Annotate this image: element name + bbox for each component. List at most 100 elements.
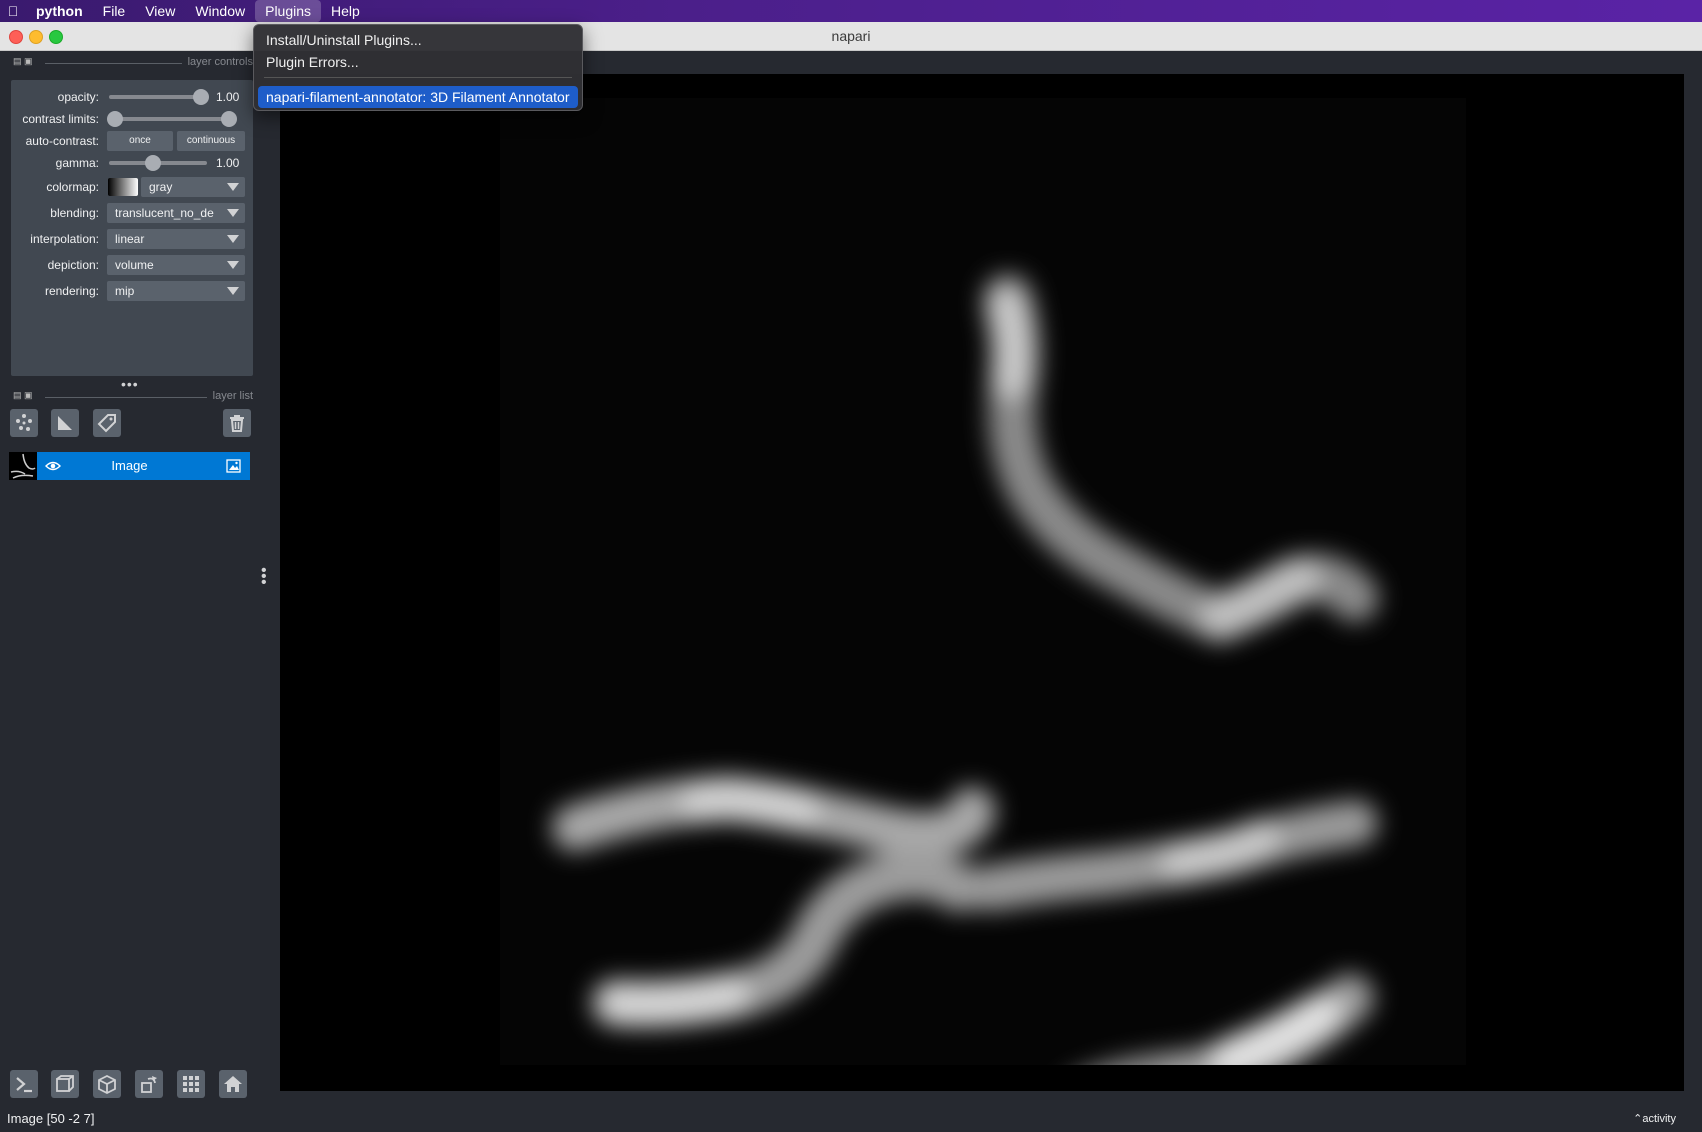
interpolation-row: interpolation: linear [11, 228, 253, 250]
grid-icon [183, 1076, 199, 1092]
dock-float-icon[interactable]: ▤ ▣ [13, 390, 33, 401]
menu-file[interactable]: File [93, 0, 136, 22]
console-button[interactable] [10, 1070, 38, 1098]
gamma-slider-thumb[interactable] [145, 155, 161, 171]
new-shapes-layer-button[interactable] [51, 409, 79, 437]
depiction-label: depiction: [47, 258, 99, 272]
interpolation-label: interpolation: [30, 232, 99, 246]
blending-value: translucent_no_de [115, 206, 214, 220]
colormap-label: colormap: [46, 180, 99, 194]
contrast-min-thumb[interactable] [107, 111, 123, 127]
chevron-up-icon: ⌃ [1633, 1113, 1643, 1125]
layer-list-header: ▤ ▣ layer list [11, 390, 253, 404]
maximize-window-button[interactable] [49, 30, 63, 44]
chevron-down-icon [227, 287, 239, 295]
image-volume[interactable] [500, 98, 1466, 1091]
rendering-label: rendering: [44, 284, 99, 298]
menu-view[interactable]: View [135, 0, 185, 22]
menu-help[interactable]: Help [321, 0, 370, 22]
menu-plugins[interactable]: Plugins [255, 0, 322, 22]
gamma-label: gamma: [55, 156, 99, 170]
opacity-value: 1.00 [216, 90, 240, 104]
menu-item-filament-annotator[interactable]: napari-filament-annotator: 3D Filament A… [266, 86, 570, 108]
minimize-window-button[interactable] [29, 30, 43, 44]
layer-thumbnail [9, 452, 37, 480]
tag-icon [97, 414, 116, 433]
rendering-select[interactable]: mip [107, 281, 245, 301]
blending-select[interactable]: translucent_no_de [107, 203, 245, 223]
contrast-limits-label: contrast limits: [22, 112, 99, 126]
menu-app[interactable]: python [26, 0, 93, 22]
opacity-slider-thumb[interactable] [193, 89, 209, 105]
dock-splitter-handle[interactable]: • • • [261, 563, 267, 591]
auto-contrast-label: auto-contrast: [25, 134, 99, 148]
contrast-limits-slider[interactable] [107, 111, 237, 127]
chevron-down-icon [227, 183, 239, 191]
points-icon [16, 414, 32, 431]
gamma-row: gamma: 1.00 [11, 152, 253, 174]
window-title: napari [831, 28, 871, 44]
rendering-row: rendering: mip [11, 280, 253, 302]
colormap-swatch [108, 178, 138, 196]
image-layer-icon [226, 459, 241, 473]
contrast-limits-row: contrast limits: [11, 108, 253, 130]
colormap-select[interactable]: gray [141, 177, 245, 197]
depiction-select[interactable]: volume [107, 255, 245, 275]
colormap-row: colormap: gray [11, 176, 253, 198]
apple-icon[interactable]:  [0, 3, 26, 19]
dock-float-icon[interactable]: ▤ ▣ [13, 56, 33, 67]
auto-contrast-row: auto-contrast: once continuous [11, 130, 253, 152]
layer-controls-panel: opacity: 1.00 contrast limits: auto-cont… [11, 80, 253, 376]
opacity-label: opacity: [57, 90, 99, 104]
interpolation-value: linear [115, 232, 145, 246]
activity-label: activity [1642, 1113, 1676, 1125]
close-window-button[interactable] [9, 30, 23, 44]
layer-controls-title: layer controls [181, 56, 253, 68]
delete-layer-button[interactable] [223, 409, 251, 437]
gamma-slider[interactable] [109, 155, 207, 171]
chevron-down-icon [227, 235, 239, 243]
rendering-value: mip [115, 284, 135, 298]
viewer-canvas[interactable] [280, 74, 1684, 1091]
transpose-icon [141, 1076, 157, 1093]
trash-icon [230, 415, 244, 432]
transpose-button[interactable] [135, 1070, 163, 1098]
menu-item-install-plugins[interactable]: Install/Uninstall Plugins... [266, 29, 422, 51]
grid-view-button[interactable] [177, 1070, 205, 1098]
cube-icon [98, 1074, 116, 1094]
opacity-slider[interactable] [109, 89, 209, 105]
chevron-down-icon [227, 209, 239, 217]
menu-item-plugin-errors[interactable]: Plugin Errors... [266, 51, 359, 73]
toggle-ndisplay-button[interactable] [51, 1070, 79, 1098]
auto-contrast-continuous-button[interactable]: continuous [177, 131, 245, 151]
blending-label: blending: [50, 206, 99, 220]
roll-dimensions-button[interactable] [93, 1070, 121, 1098]
plugins-menu-dropdown: Install/Uninstall Plugins... Plugin Erro… [253, 24, 583, 111]
menu-bar:  python File View Window Plugins Help [0, 0, 1702, 22]
terminal-icon [16, 1077, 32, 1093]
chevron-down-icon [227, 261, 239, 269]
interpolation-select[interactable]: linear [107, 229, 245, 249]
gamma-value: 1.00 [216, 156, 240, 170]
layer-name[interactable]: Image [49, 458, 210, 473]
depiction-row: depiction: volume [11, 254, 253, 276]
filament-render [552, 274, 1379, 1091]
square-3d-icon [56, 1075, 74, 1092]
contrast-max-thumb[interactable] [221, 111, 237, 127]
layer-list-title: layer list [206, 390, 253, 402]
activity-button[interactable]: ⌃activity [1633, 1112, 1676, 1125]
menu-separator [264, 77, 572, 78]
colormap-value: gray [149, 180, 173, 194]
blending-row: blending: translucent_no_de [11, 202, 253, 224]
auto-contrast-once-button[interactable]: once [107, 131, 173, 151]
layer-controls-header: ▤ ▣ layer controls [11, 56, 253, 70]
opacity-row: opacity: 1.00 [11, 86, 253, 108]
depiction-value: volume [115, 258, 154, 272]
layer-list-item[interactable]: Image [9, 452, 250, 480]
home-icon [224, 1076, 242, 1092]
new-points-layer-button[interactable] [10, 409, 38, 437]
shapes-icon [58, 416, 72, 430]
new-labels-layer-button[interactable] [93, 409, 121, 437]
menu-window[interactable]: Window [185, 0, 255, 22]
reset-view-button[interactable] [219, 1070, 247, 1098]
